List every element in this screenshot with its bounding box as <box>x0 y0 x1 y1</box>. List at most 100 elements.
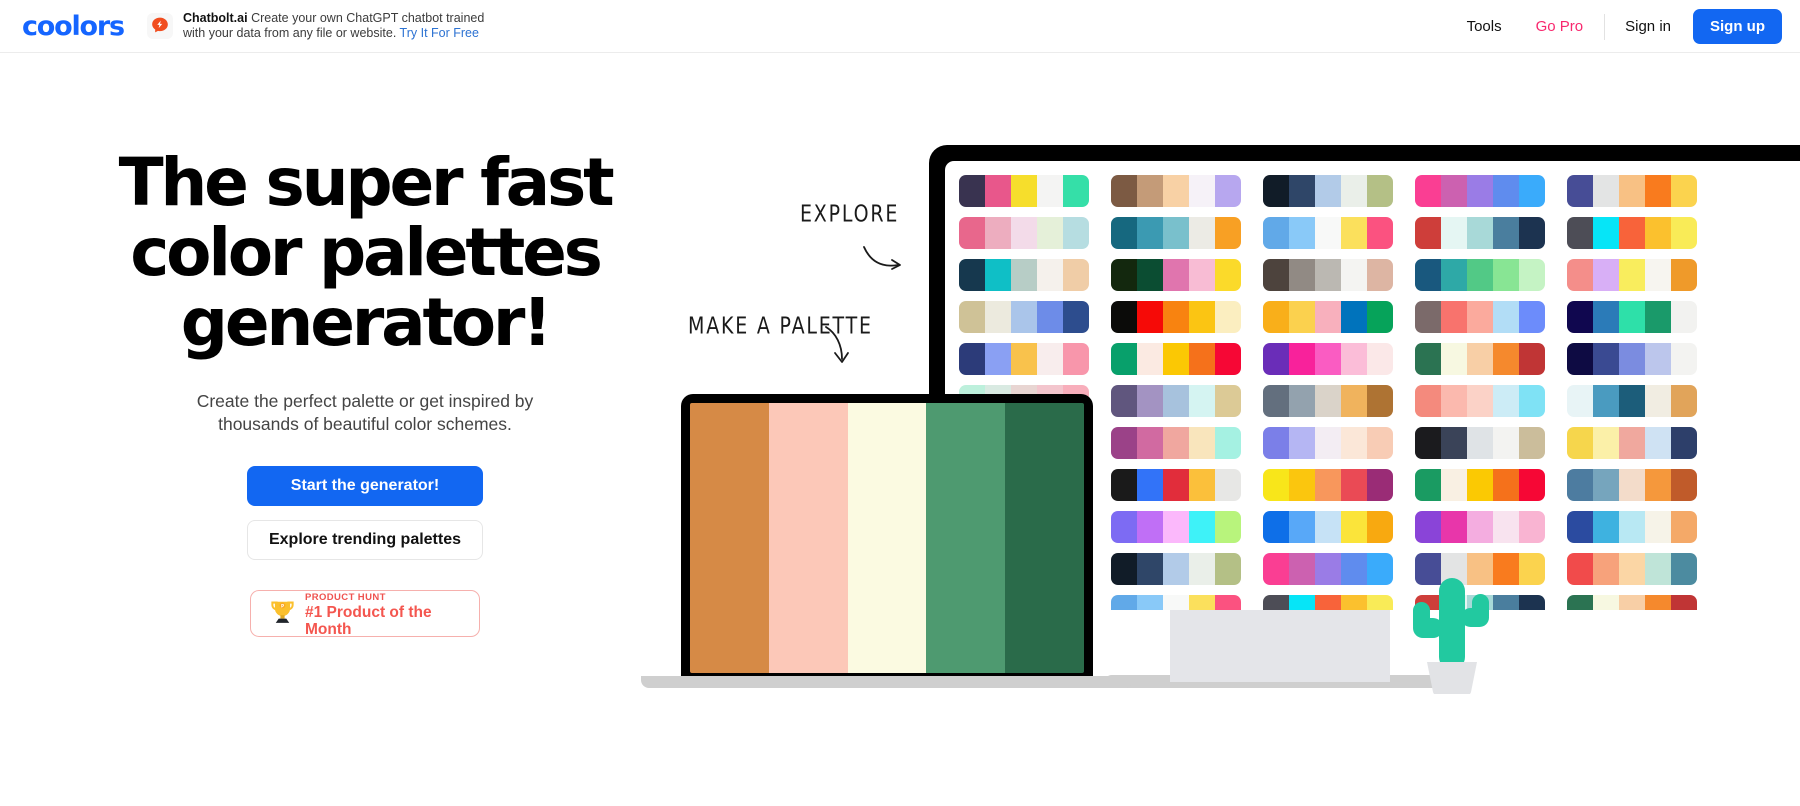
palette-card[interactable] <box>1263 217 1393 249</box>
palette-swatch <box>1315 385 1341 417</box>
palette-swatch <box>1619 511 1645 543</box>
palette-swatch <box>1645 301 1671 333</box>
palette-card[interactable] <box>1263 301 1393 333</box>
nav-sign-in[interactable]: Sign in <box>1609 18 1687 35</box>
palette-card[interactable] <box>1567 343 1697 375</box>
palette-card[interactable] <box>1415 511 1545 543</box>
palette-card[interactable] <box>959 259 1089 291</box>
palette-swatch <box>1289 301 1315 333</box>
palette-swatch <box>1567 259 1593 291</box>
palette-swatch <box>1441 259 1467 291</box>
palette-swatch <box>1341 511 1367 543</box>
coolors-logo[interactable]: coolors <box>22 11 125 42</box>
palette-card[interactable] <box>1111 469 1241 501</box>
palette-card[interactable] <box>1263 595 1393 610</box>
palette-card[interactable] <box>1567 217 1697 249</box>
palette-swatch <box>1567 469 1593 501</box>
palette-swatch <box>1467 175 1493 207</box>
palette-swatch <box>1111 511 1137 543</box>
palette-card[interactable] <box>1567 595 1697 610</box>
palette-card[interactable] <box>1415 427 1545 459</box>
nav-tools[interactable]: Tools <box>1450 18 1519 35</box>
palette-swatch <box>1315 301 1341 333</box>
laptop-device <box>681 394 1093 682</box>
palette-swatch <box>1367 301 1393 333</box>
palette-card[interactable] <box>1415 343 1545 375</box>
palette-card[interactable] <box>1111 385 1241 417</box>
palette-card[interactable] <box>959 217 1089 249</box>
palette-swatch <box>985 301 1011 333</box>
palette-swatch <box>1137 511 1163 543</box>
palette-card[interactable] <box>1111 511 1241 543</box>
nav-go-pro[interactable]: Go Pro <box>1519 18 1601 35</box>
palette-swatch <box>1619 301 1645 333</box>
palette-swatch <box>1263 385 1289 417</box>
palette-swatch <box>1111 217 1137 249</box>
palette-card[interactable] <box>1111 259 1241 291</box>
palette-card[interactable] <box>1263 469 1393 501</box>
generator-swatch[interactable] <box>926 403 1006 673</box>
palette-card[interactable] <box>1415 301 1545 333</box>
palette-swatch <box>1341 301 1367 333</box>
palette-swatch <box>1189 259 1215 291</box>
palette-card[interactable] <box>1415 217 1545 249</box>
palette-card[interactable] <box>1263 553 1393 585</box>
palette-card[interactable] <box>1263 259 1393 291</box>
palette-card[interactable] <box>1567 469 1697 501</box>
generator-swatch[interactable] <box>1005 403 1084 673</box>
palette-card[interactable] <box>959 343 1089 375</box>
palette-card[interactable] <box>1263 427 1393 459</box>
product-hunt-kicker: PRODUCT HUNT <box>305 592 386 604</box>
generator-swatch[interactable] <box>690 403 769 673</box>
palette-card[interactable] <box>1567 385 1697 417</box>
palette-swatch <box>1037 301 1063 333</box>
palette-swatch <box>959 301 985 333</box>
palette-card[interactable] <box>1111 427 1241 459</box>
palette-card[interactable] <box>1415 259 1545 291</box>
palette-card[interactable] <box>1567 427 1697 459</box>
generator-palette[interactable] <box>690 403 1084 673</box>
palette-card[interactable] <box>1111 343 1241 375</box>
palette-card[interactable] <box>1415 385 1545 417</box>
palette-card[interactable] <box>959 175 1089 207</box>
palette-card[interactable] <box>1263 175 1393 207</box>
start-generator-button[interactable]: Start the generator! <box>247 466 483 506</box>
generator-swatch[interactable] <box>768 403 848 673</box>
explore-trending-palettes-button[interactable]: Explore trending palettes <box>247 520 483 560</box>
palette-swatch <box>1263 553 1289 585</box>
palette-card[interactable] <box>1111 553 1241 585</box>
palette-card[interactable] <box>1415 469 1545 501</box>
palette-swatch <box>1111 553 1137 585</box>
palette-swatch <box>1063 301 1089 333</box>
palette-card[interactable] <box>1263 511 1393 543</box>
palette-card[interactable] <box>1567 175 1697 207</box>
palette-card[interactable] <box>1567 553 1697 585</box>
palette-card[interactable] <box>1111 595 1241 610</box>
palette-card[interactable] <box>1111 175 1241 207</box>
promo-brand: Chatbolt.ai <box>183 11 248 25</box>
palette-card[interactable] <box>959 301 1089 333</box>
palette-swatch <box>1671 217 1697 249</box>
palette-card[interactable] <box>1567 259 1697 291</box>
palette-swatch <box>1367 343 1393 375</box>
chatbolt-promo-banner[interactable]: Chatbolt.ai Create your own ChatGPT chat… <box>143 7 490 45</box>
palette-card[interactable] <box>1567 511 1697 543</box>
palette-swatch <box>1671 385 1697 417</box>
nav-sign-up-button[interactable]: Sign up <box>1693 9 1782 44</box>
palette-swatch <box>1415 259 1441 291</box>
promo-cta-link[interactable]: Try It For Free <box>400 26 479 40</box>
palette-swatch <box>1315 553 1341 585</box>
coolors-landing-page: coolors Chatbolt.ai Create your own Chat… <box>0 0 1800 806</box>
palette-card[interactable] <box>1263 343 1393 375</box>
palette-swatch <box>1441 427 1467 459</box>
product-hunt-badge[interactable]: P PRODUCT HUNT #1 Product of the Month <box>250 590 480 637</box>
palette-swatch <box>1493 217 1519 249</box>
palette-card[interactable] <box>1111 217 1241 249</box>
generator-swatch[interactable] <box>847 403 927 673</box>
palette-swatch <box>1619 385 1645 417</box>
palette-card[interactable] <box>1567 301 1697 333</box>
palette-card[interactable] <box>1415 175 1545 207</box>
palette-card[interactable] <box>1111 301 1241 333</box>
palette-swatch <box>1315 427 1341 459</box>
palette-card[interactable] <box>1263 385 1393 417</box>
